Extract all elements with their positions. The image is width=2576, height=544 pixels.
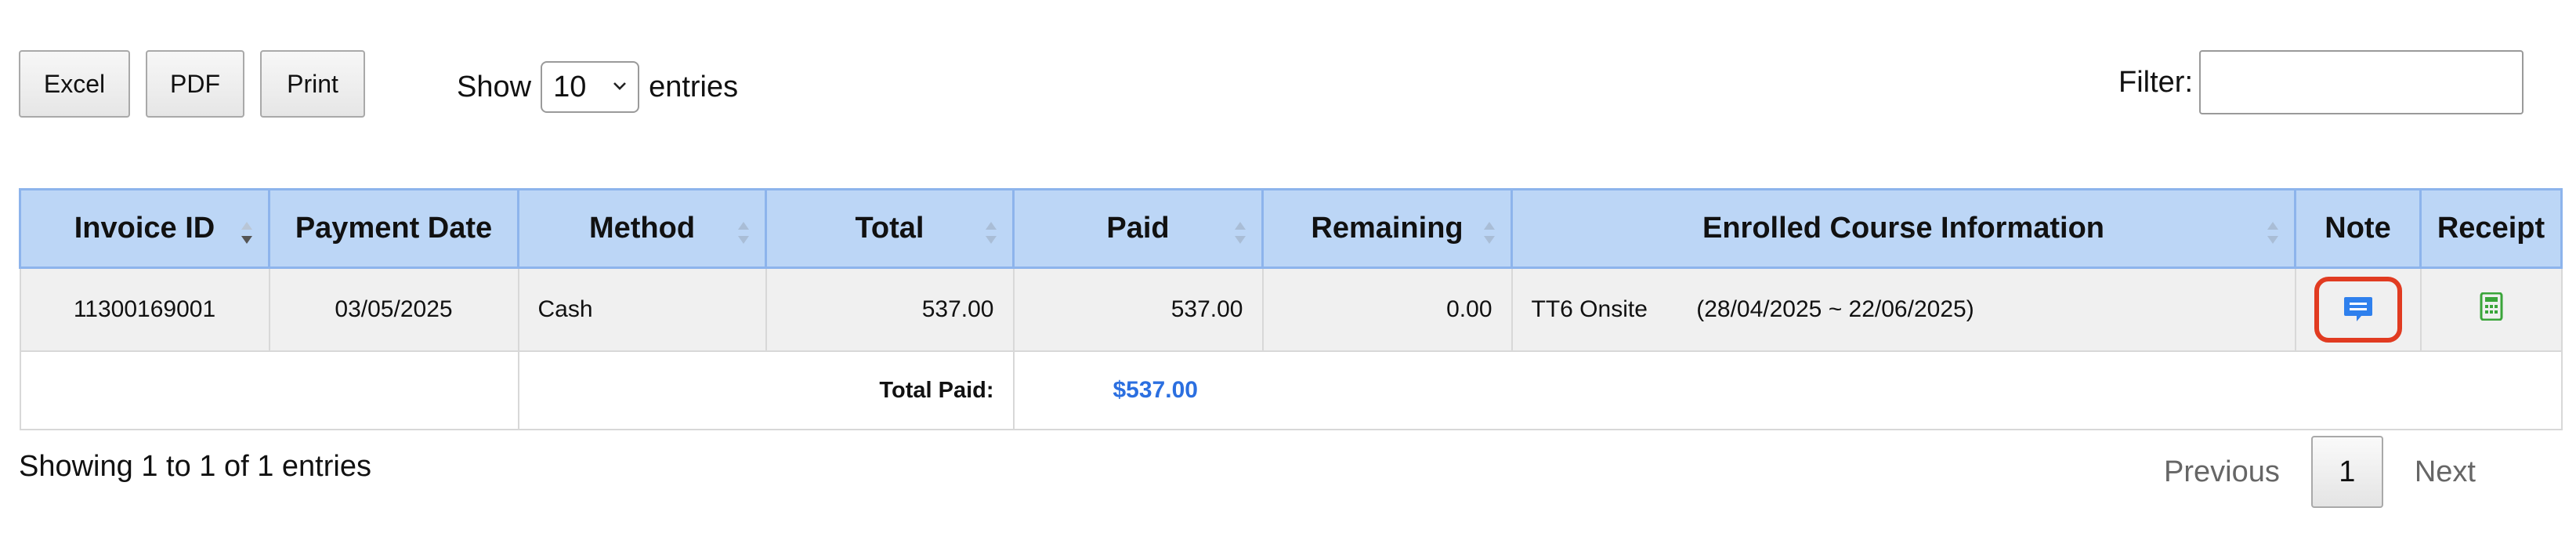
header-receipt: Receipt — [2419, 188, 2563, 269]
header-paid-label: Paid — [1106, 212, 1170, 245]
header-note-label: Note — [2325, 212, 2391, 245]
header-course-info-label: Enrolled Course Information — [1702, 212, 2105, 245]
footer-total-paid-value-cell: $537.00 — [1012, 350, 2563, 430]
course-dates: (28/04/2025 ~ 22/06/2025) — [1696, 296, 1974, 322]
filter-input[interactable] — [2199, 50, 2524, 114]
table-footer-row: Total Paid: $537.00 — [19, 350, 2563, 430]
header-payment-date[interactable]: Payment Date — [268, 188, 519, 269]
calculator-icon[interactable] — [2480, 292, 2503, 321]
sort-icon — [2267, 222, 2278, 244]
cell-invoice-id: 11300169001 — [19, 267, 270, 352]
header-total[interactable]: Total — [765, 188, 1015, 269]
filter-control: Filter: — [2118, 50, 2524, 114]
pdf-button[interactable]: PDF — [146, 50, 244, 118]
header-paid[interactable]: Paid — [1012, 188, 1264, 269]
total-paid-value: $537.00 — [1113, 376, 1198, 403]
note-button[interactable] — [2314, 276, 2402, 343]
header-payment-date-label: Payment Date — [295, 212, 493, 245]
table-header-row: Invoice ID Payment Date Method Total Pai… — [19, 188, 2563, 269]
header-remaining-label: Remaining — [1311, 212, 1463, 245]
pagination-previous[interactable]: Previous — [2133, 436, 2311, 508]
chevron-down-icon — [613, 82, 626, 90]
header-invoice-id-label: Invoice ID — [74, 212, 215, 245]
header-note: Note — [2294, 188, 2422, 269]
table-info: Showing 1 to 1 of 1 entries — [19, 450, 371, 483]
sort-desc-icon — [241, 222, 252, 244]
print-button[interactable]: Print — [260, 50, 365, 118]
sort-icon — [738, 222, 749, 244]
cell-note — [2294, 267, 2422, 352]
cell-method: Cash — [517, 267, 767, 352]
header-method[interactable]: Method — [517, 188, 767, 269]
page-length-select[interactable]: 10 — [541, 61, 640, 113]
page-length-control: Show 10 entries — [457, 61, 738, 113]
pagination-page-1[interactable]: 1 — [2310, 436, 2383, 508]
excel-button[interactable]: Excel — [19, 50, 130, 118]
header-invoice-id[interactable]: Invoice ID — [19, 188, 270, 269]
course-name: TT6 Onsite — [1531, 296, 1648, 322]
cell-receipt — [2419, 267, 2563, 352]
pagination: Previous 1 Next — [2133, 436, 2507, 508]
footer-empty-left — [19, 350, 519, 430]
footer-total-paid-label-cell: Total Paid: — [517, 350, 1015, 430]
cell-paid: 537.00 — [1012, 267, 1264, 352]
cell-total: 537.00 — [765, 267, 1015, 352]
header-course-info[interactable]: Enrolled Course Information — [1511, 188, 2296, 269]
header-total-label: Total — [855, 212, 924, 245]
table-row: 11300169001 03/05/2025 Cash 537.00 537.0… — [19, 267, 2563, 352]
pagination-next[interactable]: Next — [2383, 436, 2507, 508]
sort-icon — [1484, 222, 1495, 244]
page-length-value: 10 — [553, 70, 587, 103]
sort-icon — [986, 222, 997, 244]
invoice-table: Invoice ID Payment Date Method Total Pai… — [19, 188, 2563, 430]
sort-icon — [1235, 222, 1246, 244]
cell-course-info: TT6 Onsite (28/04/2025 ~ 22/06/2025) — [1511, 267, 2296, 352]
header-receipt-label: Receipt — [2437, 212, 2545, 245]
total-paid-label: Total Paid: — [879, 377, 994, 403]
cell-remaining: 0.00 — [1261, 267, 1513, 352]
header-method-label: Method — [588, 212, 696, 245]
chat-bubble-icon — [2343, 296, 2372, 321]
filter-label: Filter: — [2118, 65, 2193, 99]
entries-label: entries — [649, 70, 739, 103]
show-label: Show — [457, 70, 532, 103]
cell-payment-date: 03/05/2025 — [268, 267, 519, 352]
header-remaining[interactable]: Remaining — [1261, 188, 1513, 269]
